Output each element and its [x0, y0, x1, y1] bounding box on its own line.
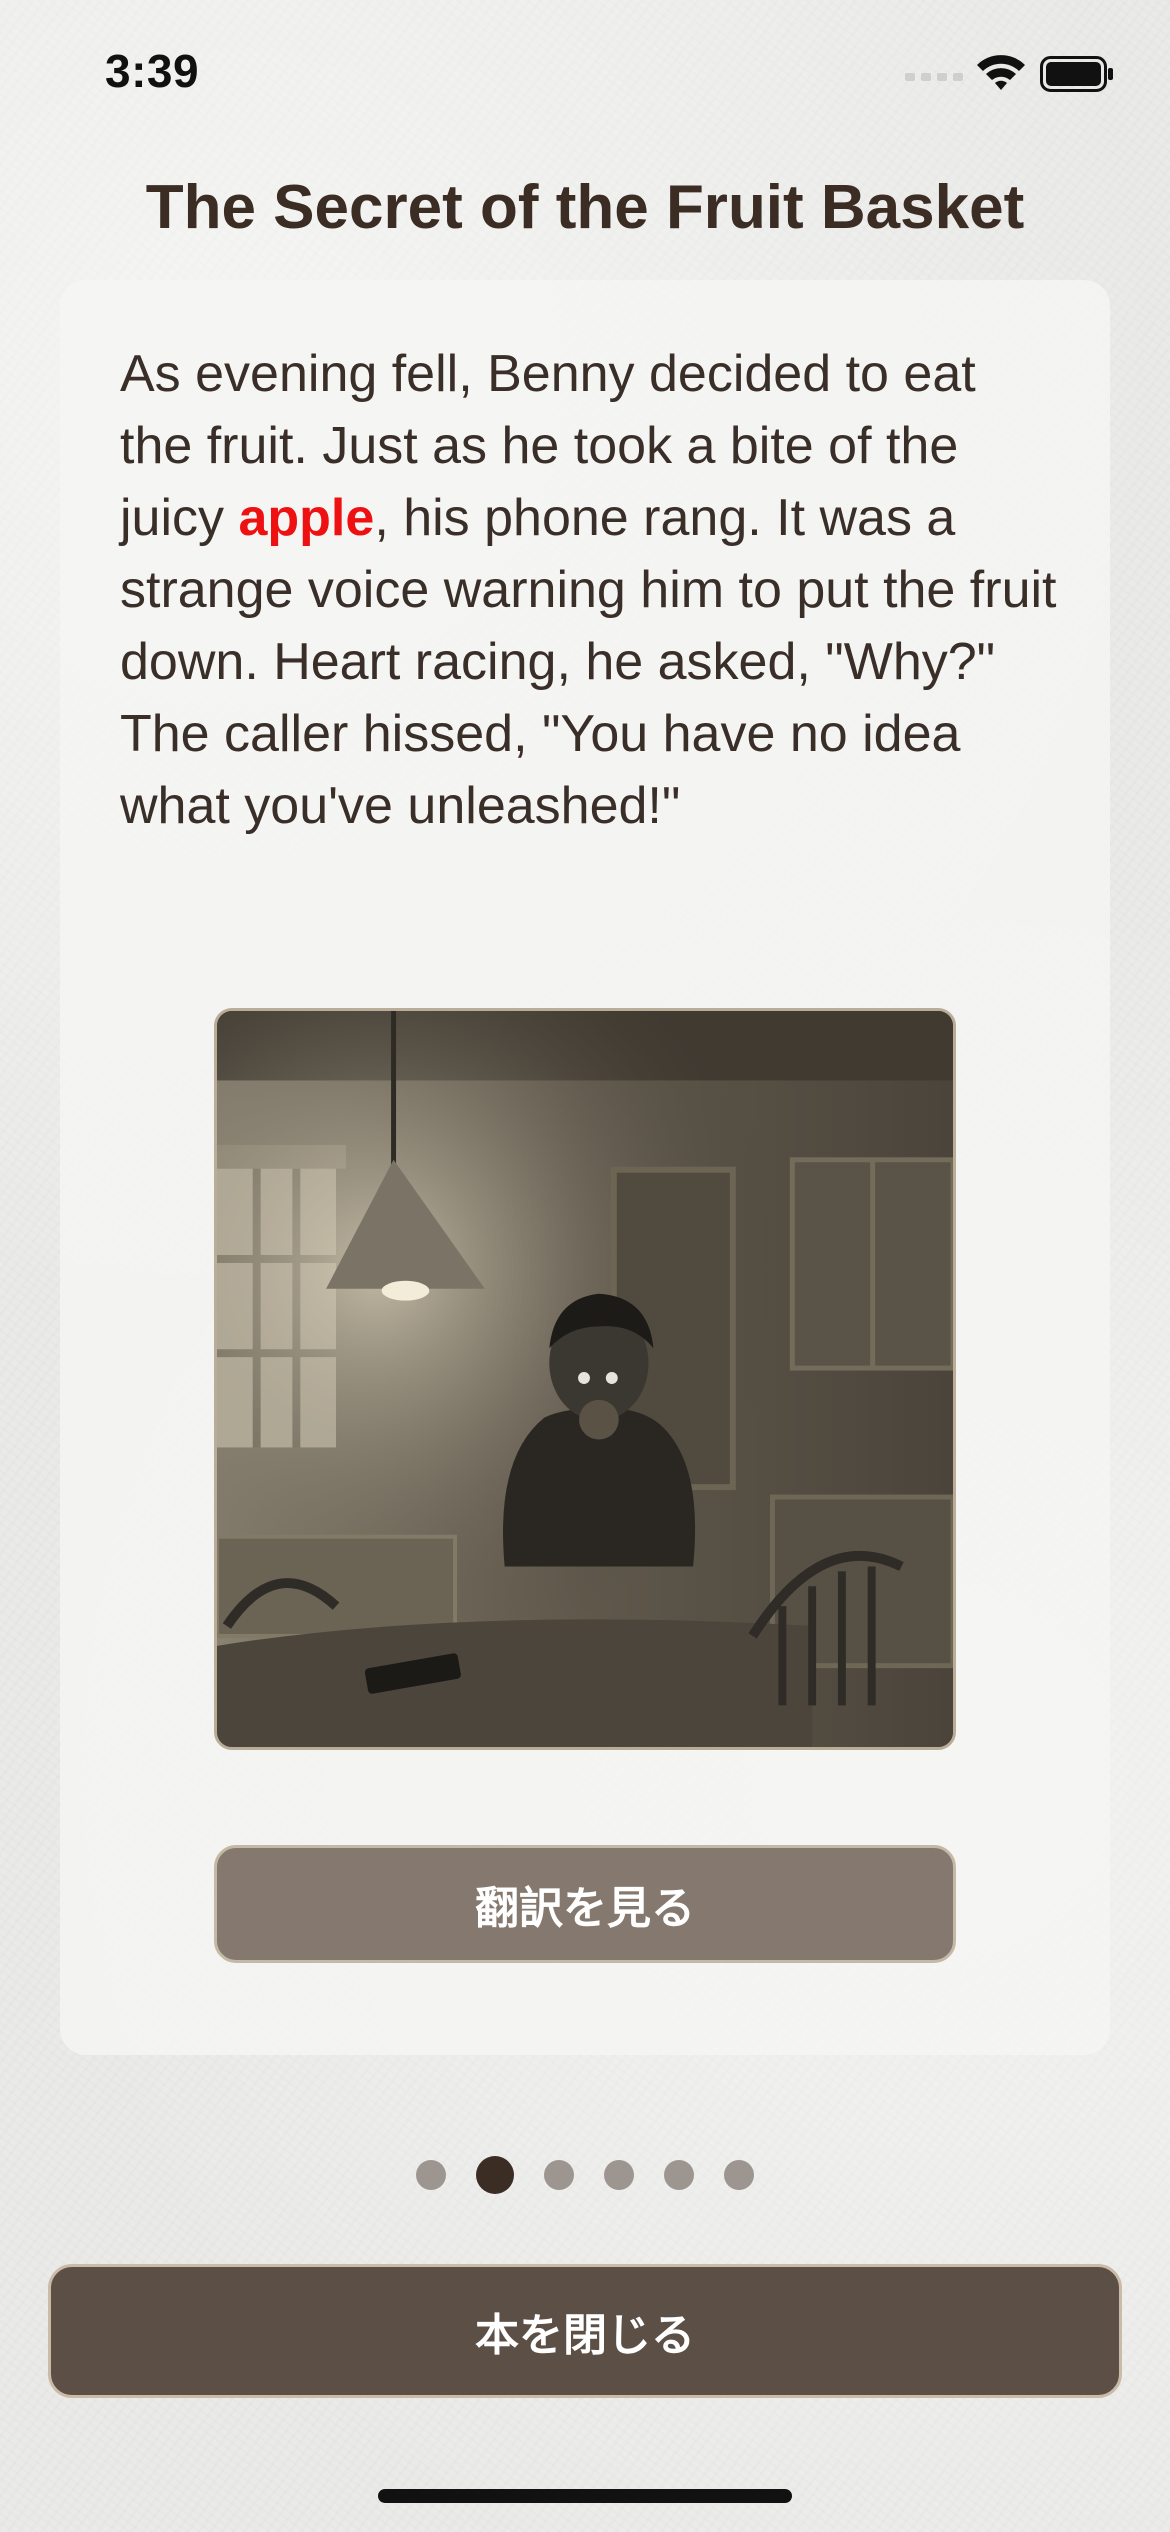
page-indicator: [0, 2155, 1170, 2195]
wifi-icon: [977, 55, 1025, 90]
page-dot-2-active[interactable]: [476, 2156, 514, 2194]
page-dot-3[interactable]: [544, 2160, 574, 2190]
page-dot-4[interactable]: [604, 2160, 634, 2190]
page-dot-1[interactable]: [416, 2160, 446, 2190]
story-title: The Secret of the Fruit Basket: [145, 173, 1025, 242]
story-illustration: [214, 1008, 956, 1750]
page-dot-5[interactable]: [664, 2160, 694, 2190]
page-dot-6[interactable]: [724, 2160, 754, 2190]
highlighted-vocab-word[interactable]: apple: [238, 489, 374, 547]
status-bar: 3:39: [0, 0, 1170, 150]
battery-icon: [1040, 56, 1113, 92]
view-translation-button[interactable]: 翻訳を見る: [214, 1845, 956, 1963]
status-time: 3:39: [105, 45, 200, 97]
cellular-signal-icon: [905, 73, 963, 81]
story-text: As evening fell, Benny decided to eat th…: [120, 338, 1060, 842]
close-book-button[interactable]: 本を閉じる: [48, 2264, 1122, 2398]
home-indicator[interactable]: [378, 2489, 792, 2503]
